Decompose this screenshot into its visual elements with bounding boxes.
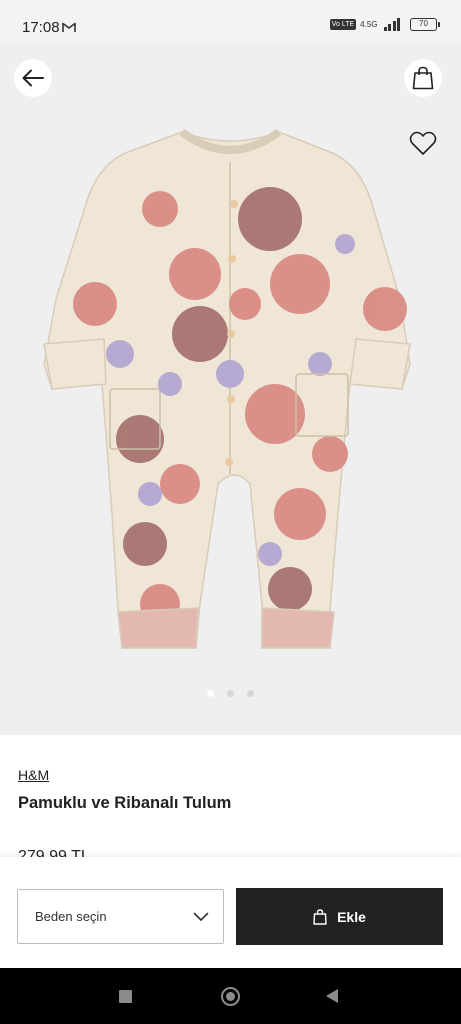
home-icon[interactable]	[221, 987, 240, 1006]
volte-icon: Vo LTE	[329, 19, 357, 30]
system-nav-bar	[0, 968, 461, 1024]
size-select-label: Beden seçin	[35, 909, 107, 924]
back-icon[interactable]	[326, 989, 338, 1003]
product-title: Pamuklu ve Ribanalı Tulum	[18, 794, 232, 812]
recents-icon[interactable]	[119, 990, 132, 1003]
chevron-down-icon	[193, 912, 209, 921]
size-select[interactable]: Beden seçin	[17, 889, 224, 944]
add-to-bag-button[interactable]: Ekle	[236, 888, 443, 945]
battery-icon: 70	[410, 18, 440, 31]
signal-icon	[383, 18, 400, 31]
status-bar: 17:08 Vo LTE 4.5G 70	[0, 0, 461, 44]
product-gallery[interactable]	[0, 44, 461, 735]
back-arrow-icon	[22, 69, 44, 87]
shopping-bag-icon	[313, 908, 327, 925]
pagination-dot[interactable]	[207, 690, 214, 697]
product-price: 279,99 TL	[18, 849, 90, 857]
status-icons: Vo LTE 4.5G 70	[329, 18, 440, 31]
network-type: 4.5G	[360, 19, 378, 29]
gmail-icon	[62, 22, 76, 32]
shopping-bag-icon	[412, 66, 434, 90]
purchase-bar: Beden seçin Ekle	[0, 857, 461, 968]
status-time: 17:08	[22, 19, 60, 36]
add-to-bag-label: Ekle	[337, 908, 366, 925]
battery-level: 70	[419, 19, 428, 28]
shopping-bag-button[interactable]	[404, 59, 442, 97]
product-image[interactable]	[0, 44, 461, 735]
favorite-button[interactable]	[404, 124, 442, 162]
back-button[interactable]	[14, 59, 52, 97]
pagination-dot[interactable]	[247, 690, 254, 697]
brand-link[interactable]: H&M	[18, 767, 49, 783]
heart-icon	[409, 131, 437, 155]
pagination-dot[interactable]	[227, 690, 234, 697]
gallery-pagination[interactable]	[0, 690, 461, 697]
